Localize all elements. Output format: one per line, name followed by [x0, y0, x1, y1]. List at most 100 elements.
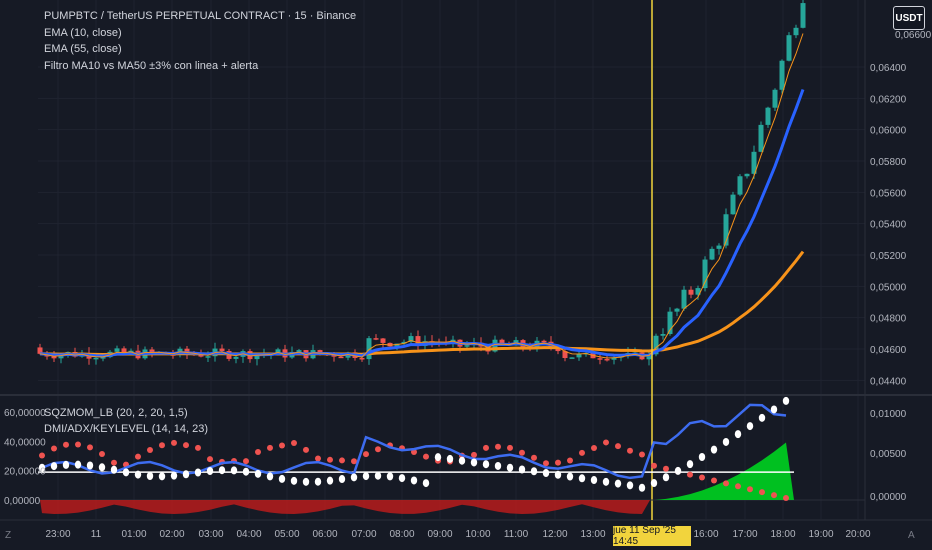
adx-dot — [122, 468, 130, 477]
time-tick-label: 04:00 — [236, 529, 261, 540]
minus-di-dot — [483, 444, 489, 451]
minus-di-dot — [327, 456, 333, 463]
adx-dot — [218, 466, 226, 475]
adx-dot — [542, 469, 550, 478]
adx-dot — [614, 479, 622, 488]
symbol-title[interactable]: PUMPBTC / TetherUS PERPETUAL CONTRACT · … — [44, 8, 356, 25]
filter-indicator-label[interactable]: Filtro MA10 vs MA50 ±3% con linea + aler… — [44, 58, 356, 75]
candle-body — [772, 89, 778, 108]
time-tick-label: 09:00 — [427, 529, 452, 540]
price-tick-label: 0,04600 — [870, 345, 907, 356]
time-tick-label: 03:00 — [198, 529, 223, 540]
lower-left-tick-label: 60,00000 — [4, 408, 46, 419]
currency-button[interactable]: USDT — [893, 6, 925, 30]
time-tick-label: 02:00 — [159, 529, 184, 540]
minus-di-dot — [207, 456, 213, 463]
timezone-z-button[interactable]: Z — [5, 530, 11, 541]
grid — [0, 0, 932, 521]
adx-dot — [590, 476, 598, 485]
dmi-label[interactable]: DMI/ADX/KEYLEVEL (14, 14, 23) — [44, 421, 208, 437]
minus-di-dot — [651, 462, 657, 469]
candle-body — [51, 356, 57, 359]
adx-dot — [518, 465, 526, 474]
adx-dot — [314, 477, 322, 486]
time-tick-label: 12:00 — [542, 529, 567, 540]
adx-dot — [734, 430, 742, 439]
minus-di-dot — [615, 443, 621, 450]
candle-body — [737, 176, 743, 195]
minus-di-dot — [711, 477, 717, 484]
candle-body — [205, 356, 211, 358]
candle-body — [569, 357, 575, 359]
candle-body — [464, 345, 470, 347]
time-tick-label: 05:00 — [274, 529, 299, 540]
adx-dot — [74, 460, 82, 469]
candle-body — [758, 124, 764, 152]
price-tick-label: 0,05600 — [870, 188, 907, 199]
adx-dot — [326, 476, 334, 485]
time-tick-label: 01:00 — [121, 529, 146, 540]
adx-dot — [266, 472, 274, 481]
candle-body — [660, 334, 666, 336]
adx-dot — [554, 470, 562, 479]
minus-di-dot — [63, 441, 69, 448]
adx-dot — [674, 466, 682, 475]
time-tick-label: 18:00 — [770, 529, 795, 540]
minus-di-dot — [135, 453, 141, 460]
candle-body — [359, 357, 365, 360]
ema-slow-label[interactable]: EMA (55, close) — [44, 41, 356, 58]
candle-body — [800, 3, 806, 28]
time-tick-label: 19:00 — [808, 529, 833, 540]
candle-body — [716, 245, 722, 249]
adx-dot — [98, 463, 106, 472]
price-tick-label: 0,04800 — [870, 314, 907, 325]
candle-body — [597, 358, 603, 360]
adx-dot — [566, 472, 574, 481]
candle-body — [688, 289, 694, 295]
minus-di-dot — [243, 458, 249, 465]
minus-di-dot — [663, 465, 669, 472]
adx-dot — [758, 413, 766, 422]
minus-di-dot — [255, 449, 261, 456]
price-tick-label: 0,05200 — [870, 251, 907, 262]
sqzmom-label[interactable]: SQZMOM_LB (20, 2, 20, 1,5) — [44, 405, 208, 421]
candle-body — [779, 60, 785, 90]
time-tick-label: 08:00 — [389, 529, 414, 540]
minus-di-dot — [75, 441, 81, 448]
minus-di-dot — [627, 447, 633, 454]
minus-di-dot — [495, 443, 501, 450]
adx-dot — [182, 470, 190, 479]
adx-dot — [194, 468, 202, 477]
adx-dot — [650, 479, 658, 488]
adx-dot — [386, 472, 394, 481]
adx-dot — [446, 454, 454, 463]
adx-dot — [506, 463, 514, 472]
time-tick-label: 17:00 — [732, 529, 757, 540]
adx-dot — [374, 471, 382, 480]
minus-di-dot — [51, 445, 57, 452]
adx-dot — [494, 461, 502, 470]
minus-di-dot — [267, 444, 273, 451]
minus-di-dot — [423, 453, 429, 460]
minus-di-dot — [519, 449, 525, 456]
main-legend: PUMPBTC / TetherUS PERPETUAL CONTRACT · … — [44, 8, 356, 74]
minus-di-dot — [147, 447, 153, 454]
candle-body — [765, 107, 771, 125]
time-tick-label: 23:00 — [45, 529, 70, 540]
price-tick-label: 0,06000 — [870, 126, 907, 137]
price-tick-label: 0,05000 — [870, 282, 907, 293]
minus-di-dot — [507, 444, 513, 451]
lower-left-tick-label: 40,00000 — [4, 437, 46, 448]
minus-di-dot — [783, 495, 789, 502]
auto-scale-button[interactable]: A — [908, 530, 915, 541]
chart-canvas[interactable]: 0,06400 0,06200 0,06000 0,05800 0,05600 0,054… — [0, 0, 932, 550]
crosshair-time-label: jue 11 Sep '25 14:45 — [613, 525, 691, 547]
ema-fast-label[interactable]: EMA (10, close) — [44, 25, 356, 42]
minus-di-dot — [375, 446, 381, 453]
lower-legend: SQZMOM_LB (20, 2, 20, 1,5) DMI/ADX/KEYLE… — [44, 405, 208, 437]
candle-body — [793, 27, 799, 36]
minus-di-dot — [687, 471, 693, 478]
adx-dot — [458, 456, 466, 465]
ema-55-line — [39, 250, 805, 356]
adx-dot — [134, 470, 142, 479]
